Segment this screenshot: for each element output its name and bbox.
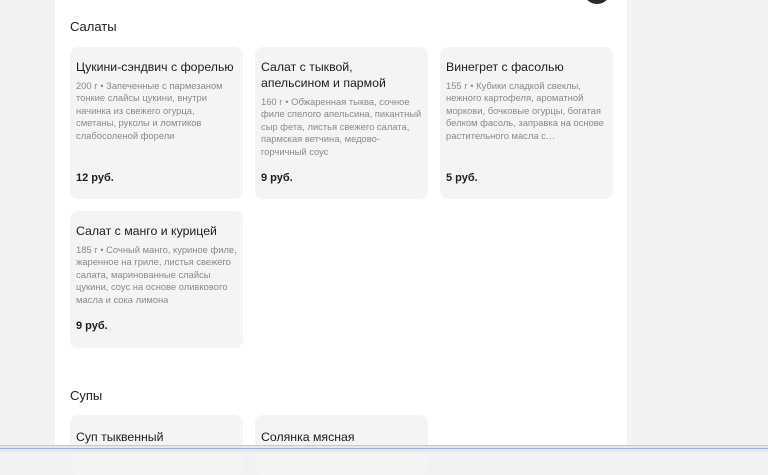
section-title-soups: Супы [70,388,103,403]
menu-item-price: 9 руб. [261,172,293,184]
menu-item-card[interactable]: Салат с тыквой, апельсином и пармой 160 … [255,47,428,199]
menu-item-price: 12 руб. [76,172,114,184]
bottom-divider [0,448,768,449]
section-title-salads: Салаты [70,19,117,34]
menu-item-name: Суп тыквенный [76,430,164,444]
menu-item-name: Салат с тыквой, апельсином и пармой [261,60,386,90]
menu-item-name: Салат с манго и курицей [76,224,217,238]
menu-item-card[interactable]: Цукини-сэндвич с форелью 200 г • Запечен… [70,47,243,199]
menu-item-card[interactable]: Винегрет с фасолью 155 г • Кубики сладко… [440,47,613,199]
menu-item-description: 160 г • Обжаренная тыква, сочное филе сп… [261,96,422,157]
menu-item-description: 155 г • Кубики сладкой свеклы, нежного к… [446,80,604,141]
menu-item-description: 200 г • Запеченные с пармезаном тонкие с… [76,80,223,141]
menu-item-price: 5 руб. [446,172,478,184]
menu-item-description: 185 г • Сочный манго, куриное филе, жаре… [76,244,237,305]
menu-item-name: Винегрет с фасолью [446,60,564,74]
menu-item-card[interactable]: Салат с манго и курицей 185 г • Сочный м… [70,211,243,348]
menu-item-name: Цукини-сэндвич с форелью [76,60,234,74]
menu-item-price: 9 руб. [76,320,108,332]
menu-item-name: Солянка мясная [261,430,355,444]
